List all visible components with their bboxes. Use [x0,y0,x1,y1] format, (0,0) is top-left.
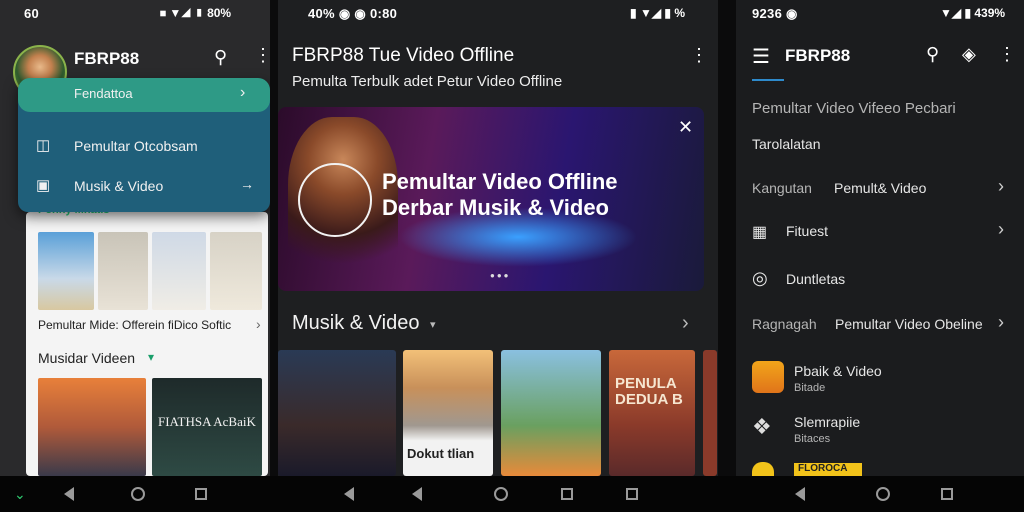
recents-button[interactable] [626,488,638,500]
menu-item-label[interactable]: Musik & Video [74,178,163,194]
carousel-dots[interactable]: ●●● [490,271,511,280]
phone-screen-3 [736,0,1024,476]
divider [718,0,736,476]
chevron-right-icon: › [240,84,246,101]
app-title[interactable]: Slemrapiie [794,414,860,430]
video-thumbnail[interactable] [210,232,262,310]
search-icon[interactable]: ⚲ [214,47,227,68]
section-title: Musidar Videen [38,350,136,366]
chevron-down-icon[interactable]: ▾ [430,318,436,331]
video-thumbnail[interactable] [278,350,396,476]
home-button[interactable] [876,487,890,501]
grid-icon: ▦ [752,224,768,241]
home-button[interactable] [131,487,145,501]
app-icon[interactable] [752,462,774,476]
folder-icon: ▣ [36,177,51,194]
status-icons: ▮ ▼◢ ▮ % [630,6,685,20]
status-left: 40% ◉ ◉ 0:80 [308,6,398,21]
status-left: 9236 ◉ [752,6,798,21]
recents-button[interactable] [561,488,573,500]
menu-item-label[interactable]: Pemultar Otcobsam [74,138,198,154]
file-icon: ◫ [36,137,51,154]
video-thumbnail[interactable] [38,378,146,476]
list-item[interactable]: Fituest [786,223,828,239]
hamburger-menu-icon[interactable]: ☰ [752,44,770,69]
search-icon[interactable]: ⚲ [926,44,939,65]
app-label: FLOROCA [794,463,862,476]
menu-item-label: Fendattoa [74,86,133,101]
thumbnail-text: Dokut tlian [407,446,475,461]
divider [270,0,278,476]
status-time: 60 [24,6,40,21]
menu-item-highlighted[interactable] [18,78,270,112]
chevron-right-icon[interactable]: › [998,219,1004,240]
app-icon[interactable] [752,361,784,393]
more-options-icon[interactable]: ⋮ [998,44,1016,65]
list-item[interactable]: Tarolalatan [752,136,821,152]
nav-chevron-icon[interactable]: ⌄ [14,485,26,503]
banner-title: Pemultar Video Offline [382,169,618,194]
app-subtitle: Bitaces [794,433,831,445]
chevron-down-icon[interactable]: ▾ [148,350,154,364]
banner-subtitle: Derbar Musik & Video [382,195,609,220]
navigation-bar: ⌄ [0,476,1024,512]
shield-icon[interactable]: ◈ [962,44,976,65]
thumbnail-text: PENULA DEDUA B [615,375,683,408]
section-title: Musik & Video [292,312,420,334]
back-button[interactable] [344,487,354,501]
page-subtitle: Pemulta Terbulk adet Petur Video Offline [292,73,563,90]
profile-ring [298,163,372,237]
back-button[interactable] [795,487,805,501]
row-label: Ragnagah [752,316,817,332]
video-thumbnail[interactable] [38,232,94,310]
video-thumbnail[interactable] [501,350,601,476]
row-label: Kangutan [752,180,812,196]
video-thumbnail[interactable] [98,232,148,310]
back-button[interactable] [64,487,74,501]
thumbnail-text: FIATHSA AcBaiK [158,414,256,429]
app-title[interactable]: Pbaik & Video [794,363,882,379]
list-item[interactable]: Duntletas [786,271,845,287]
card-caption: Pemultar Mide: Offerein fiDico Softic [38,318,232,332]
more-options-icon[interactable]: ⋮ [690,45,708,66]
video-thumbnail[interactable] [703,350,717,476]
recents-button[interactable] [195,488,207,500]
row-value[interactable]: Pemultar Video Obeline [835,316,983,332]
tab-indicator [752,79,784,81]
dropdown-menu: Fendattoa › ◫ Pemultar Otcobsam ▣ Musik … [18,78,270,212]
app-title: FBRP88 [74,49,140,68]
back-button[interactable] [412,487,422,501]
video-thumbnail[interactable]: Dokut tlian [403,350,493,476]
row-value[interactable]: Pemult& Video [834,180,926,196]
chevron-right-icon[interactable]: › [256,316,261,332]
recents-button[interactable] [941,488,953,500]
status-icons: ⏹ ▼◢ ▮ 80% [160,6,232,20]
chevron-right-icon[interactable]: › [998,312,1004,333]
content-card: Ponny Mnatis Pemultar Mide: Offerein fiD… [26,204,268,476]
status-icons: ▼◢ ▮ 439% [940,6,1006,20]
app-subtitle: Bitade [794,382,826,394]
disc-icon: ◎ [752,268,768,288]
video-thumbnail[interactable]: PENULA DEDUA B [609,350,695,476]
page-title: FBRP88 Tue Video Offline [292,45,515,66]
close-icon[interactable]: ✕ [678,117,693,138]
video-thumbnail[interactable]: FIATHSA AcBaiK [152,378,262,476]
video-thumbnail[interactable] [152,232,206,310]
arrow-icon[interactable]: → [240,176,254,192]
home-button[interactable] [494,487,508,501]
app-title: FBRP88 [785,46,851,65]
promo-banner[interactable]: Pemultar Video Offline Derbar Musik & Vi… [278,107,704,291]
chevron-right-icon[interactable]: › [998,176,1004,197]
list-item[interactable]: Pemultar Video Vifeeo Pecbari [752,100,956,117]
puzzle-icon[interactable]: ❖ [752,414,772,440]
chevron-right-icon[interactable]: › [682,312,689,335]
